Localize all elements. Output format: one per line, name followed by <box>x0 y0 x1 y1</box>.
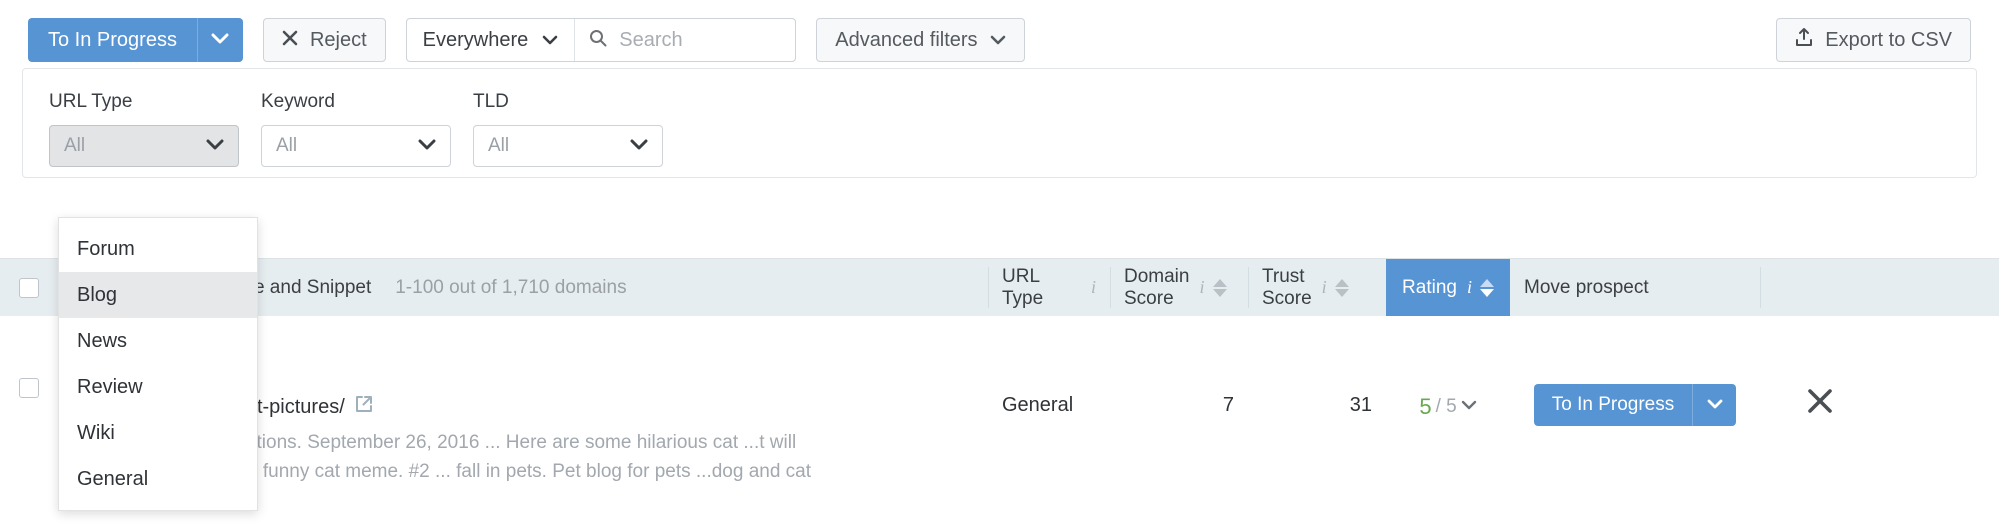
column-url-type[interactable]: URL Type i <box>988 259 1110 316</box>
filter-url-type-label: URL Type <box>49 91 133 112</box>
dropdown-item-review[interactable]: Review <box>59 364 257 410</box>
scope-value: Everywhere <box>422 28 529 51</box>
dropdown-item-blog[interactable]: Blog <box>59 272 257 318</box>
chevron-down-icon[interactable] <box>1461 398 1477 416</box>
column-trust-score-label-line1: Trust <box>1262 266 1305 288</box>
sort-arrows-icon[interactable] <box>1479 278 1494 297</box>
column-divider <box>1760 267 1761 308</box>
advanced-filters-label: Advanced filters <box>835 28 978 51</box>
filter-url-type: URL Type All <box>49 91 239 167</box>
chevron-down-icon <box>542 29 558 52</box>
reject-button[interactable]: Reject <box>262 18 386 62</box>
filter-url-type-value: All <box>64 135 86 156</box>
info-icon[interactable]: i <box>1091 277 1096 298</box>
column-divider <box>988 267 989 308</box>
checkbox-icon[interactable] <box>19 378 39 398</box>
filter-keyword-select[interactable]: All <box>261 125 451 167</box>
filter-tld-label: TLD <box>473 91 509 112</box>
row-move-split-button[interactable]: To In Progress <box>1533 384 1737 426</box>
dropdown-item-wiki[interactable]: Wiki <box>59 410 257 456</box>
row-url-type: General <box>1002 394 1074 416</box>
row-rating[interactable]: 5 / 5 <box>1386 334 1510 420</box>
advanced-filters-button[interactable]: Advanced filters <box>816 18 1025 62</box>
column-divider <box>1248 267 1249 308</box>
sort-arrows-icon[interactable] <box>1334 278 1349 297</box>
column-divider <box>1110 267 1111 308</box>
filter-url-type-select[interactable]: All <box>49 125 239 167</box>
search-icon <box>589 29 607 52</box>
filter-panel: URL Type All Keyword All TLD All <box>22 68 1977 178</box>
chevron-down-icon <box>206 135 224 157</box>
column-rating-label: Rating <box>1402 276 1457 298</box>
x-icon[interactable] <box>1805 386 1835 422</box>
row-trust-score: 31 <box>1349 394 1372 416</box>
chevron-down-icon <box>211 33 229 48</box>
row-delete-cell[interactable] <box>1760 334 1880 422</box>
chevron-down-icon <box>1707 398 1723 413</box>
filter-tld: TLD All <box>473 91 663 167</box>
column-trust-score-label-line2: Score <box>1262 287 1312 309</box>
filter-keyword-label: Keyword <box>261 91 335 112</box>
chevron-down-icon <box>418 135 436 157</box>
column-delete <box>1760 259 1880 316</box>
column-url-type-label: URL Type <box>1002 265 1044 309</box>
chevron-down-icon <box>630 135 648 157</box>
checkbox-icon[interactable] <box>19 277 39 298</box>
row-to-in-progress-caret-button[interactable] <box>1692 384 1737 426</box>
row-move-prospect-cell: To In Progress <box>1510 334 1760 426</box>
to-in-progress-split-button[interactable]: To In Progress <box>28 18 243 62</box>
prospecting-page: To In Progress Reject Everywhere Search … <box>0 0 1999 531</box>
column-domain-score[interactable]: Domain Score i <box>1110 259 1248 316</box>
export-to-csv-button[interactable]: Export to CSV <box>1776 18 1971 62</box>
reject-label: Reject <box>309 28 367 51</box>
prospects-table: Domain, URL Example and Snippet 1-100 ou… <box>0 258 1999 515</box>
upload-icon <box>1795 27 1813 53</box>
row-to-in-progress-button[interactable]: To In Progress <box>1533 384 1693 426</box>
scope-and-search: Everywhere <box>405 18 797 62</box>
to-in-progress-caret-button[interactable] <box>196 18 243 62</box>
search-box[interactable] <box>575 19 795 61</box>
info-icon[interactable]: i <box>1467 277 1472 298</box>
info-icon[interactable]: i <box>1199 277 1204 298</box>
to-in-progress-button[interactable]: To In Progress <box>28 18 197 62</box>
search-input[interactable] <box>617 27 782 53</box>
dropdown-item-general[interactable]: General <box>59 456 257 502</box>
column-move-prospect-label: Move prospect <box>1524 276 1649 298</box>
table-row: ...com ...npets.com/funny-cat-pictures/ … <box>0 316 1999 515</box>
dropdown-item-news[interactable]: News <box>59 318 257 364</box>
rating-max: / 5 <box>1435 396 1457 417</box>
row-domain-score: 7 <box>1222 394 1234 416</box>
results-count: 1-100 out of 1,710 domains <box>395 276 627 298</box>
filter-keyword-value: All <box>276 135 298 156</box>
column-domain-score-label-line2: Score <box>1124 287 1174 309</box>
scope-select[interactable]: Everywhere <box>407 19 576 61</box>
chevron-down-icon <box>990 29 1006 52</box>
info-icon[interactable]: i <box>1322 277 1327 298</box>
external-link-icon[interactable] <box>355 395 373 419</box>
export-label: Export to CSV <box>1825 28 1952 51</box>
filter-tld-select[interactable]: All <box>473 125 663 167</box>
column-rating[interactable]: Rating i <box>1386 259 1510 316</box>
column-move-prospect: Move prospect <box>1510 259 1760 316</box>
filter-tld-value: All <box>488 135 510 156</box>
rating-value: 5 <box>1419 394 1432 419</box>
row-select-cell[interactable] <box>0 334 58 398</box>
select-all-cell[interactable] <box>0 259 58 316</box>
url-type-dropdown-menu[interactable]: Forum Blog News Review Wiki General <box>58 217 258 511</box>
dropdown-item-forum[interactable]: Forum <box>59 226 257 272</box>
filter-keyword: Keyword All <box>261 91 451 167</box>
table-header-row: Domain, URL Example and Snippet 1-100 ou… <box>0 258 1999 316</box>
x-icon <box>282 29 298 52</box>
sort-arrows-icon[interactable] <box>1212 278 1227 297</box>
column-domain-score-label-line1: Domain <box>1124 266 1190 288</box>
column-trust-score[interactable]: Trust Score i <box>1248 259 1386 316</box>
